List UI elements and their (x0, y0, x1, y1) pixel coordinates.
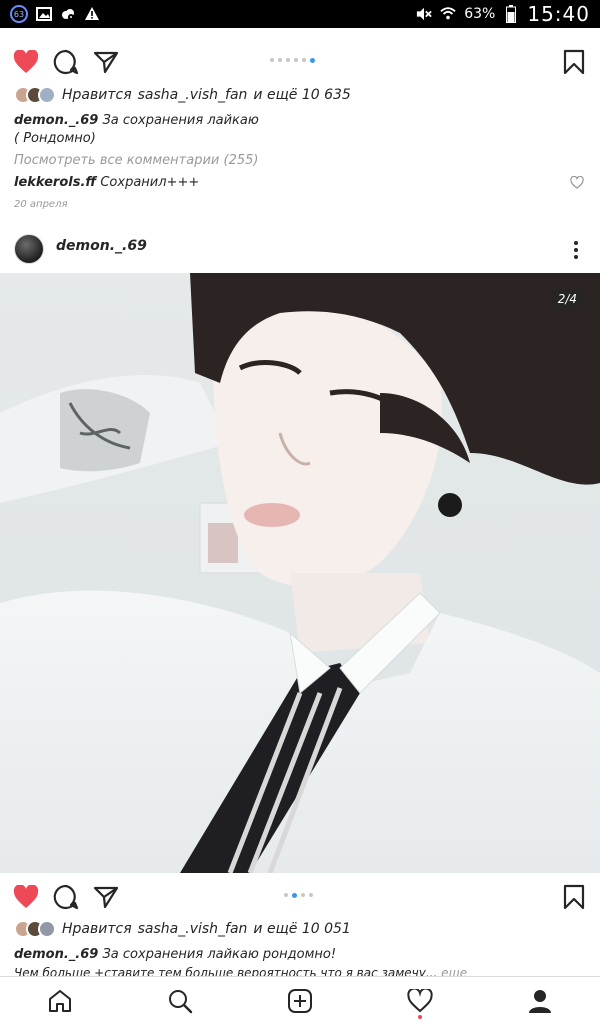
likes-summary-top[interactable]: Нравится sasha_.vish_fan и ещё 10 635 (14, 86, 351, 104)
battery-percent: 63% (464, 6, 496, 22)
comment-button[interactable] (52, 883, 80, 911)
nav-add[interactable] (280, 981, 320, 1021)
cloud-icon (60, 6, 76, 22)
caption-username[interactable]: demon._.69 (14, 947, 98, 962)
carousel-indicator (284, 893, 313, 898)
notification-dot (418, 1014, 422, 1019)
caption-continuation: Чем больше +ставите тем больше вероятнос… (14, 966, 438, 976)
caption-text: За сохранения лайкаю рондомно! (102, 947, 337, 962)
likes-summary[interactable]: Нравится sasha_.vish_fan и ещё 10 051 (14, 920, 351, 938)
activity-icon (407, 988, 433, 1012)
notification-badge: 63 (10, 5, 28, 23)
more-vertical-icon (574, 241, 578, 245)
caption-username[interactable]: demon._.69 (14, 113, 98, 128)
caption-text: За сохранения лайкаю (102, 113, 259, 128)
heart-filled-icon (13, 885, 39, 908)
status-bar: 63 63% 15:40 (0, 0, 600, 28)
bookmark-icon (563, 49, 585, 75)
nav-home[interactable] (40, 981, 80, 1021)
liker-avatars (14, 86, 56, 104)
likes-user[interactable]: sasha_.vish_fan (138, 87, 248, 103)
caption-line2: ( Рондомно) (14, 131, 96, 146)
caption-main: demon._.69 За сохранения лайкаю рондомно… (14, 946, 574, 964)
carousel-counter: 2/4 (548, 289, 586, 309)
post-actions-top (0, 46, 600, 80)
gallery-icon (36, 6, 52, 22)
more-link[interactable]: еще (441, 966, 467, 976)
photo-image (0, 273, 600, 873)
caption-top: demon._.69 За сохранения лайкаю ( Рондом… (14, 112, 574, 148)
comment-row: lekkerols.ff Сохранил+++ (14, 174, 574, 192)
carousel-dot (302, 58, 306, 62)
likes-prefix: Нравится (62, 87, 132, 103)
wifi-icon (440, 6, 456, 22)
share-button[interactable] (92, 883, 120, 911)
save-button[interactable] (560, 48, 588, 76)
comment-text: Сохранил+++ (100, 175, 200, 190)
comment-icon (53, 884, 79, 910)
add-icon (288, 988, 312, 1013)
more-options-button[interactable] (566, 236, 586, 264)
bottom-nav (0, 976, 600, 1024)
share-icon (93, 51, 119, 74)
caption-line2: Чем больше +ставите тем больше вероятнос… (14, 964, 574, 976)
nav-search[interactable] (160, 981, 200, 1021)
like-button[interactable] (12, 48, 40, 76)
likes-suffix: и ещё 10 051 (253, 921, 351, 937)
mute-icon (416, 6, 432, 22)
like-button[interactable] (12, 883, 40, 911)
heart-filled-icon (13, 50, 39, 73)
nav-activity[interactable] (400, 981, 440, 1021)
home-icon (49, 989, 71, 1012)
status-right: 63% 15:40 (416, 2, 590, 26)
comment-username[interactable]: lekkerols.ff (14, 175, 96, 190)
post-username[interactable]: demon._.69 (56, 238, 147, 254)
carousel-dot (278, 58, 282, 62)
nav-profile[interactable] (520, 981, 560, 1021)
previous-photo-strip (0, 28, 600, 38)
profile-icon (529, 989, 551, 1013)
search-icon (169, 989, 193, 1013)
share-icon (93, 886, 119, 909)
bookmark-icon (563, 884, 585, 910)
carousel-dot-active (310, 58, 315, 63)
avatar[interactable] (14, 234, 44, 264)
avatar (38, 920, 56, 938)
post-header: demon._.69 (0, 230, 600, 270)
battery-icon (503, 5, 519, 23)
comment-icon (53, 49, 79, 75)
likes-suffix: и ещё 10 635 (253, 87, 351, 103)
likes-prefix: Нравится (62, 921, 132, 937)
warning-icon (84, 6, 100, 22)
post-date: 20 апреля (14, 199, 68, 210)
carousel-dot-active (292, 893, 297, 898)
comment-button[interactable] (52, 48, 80, 76)
status-left: 63 (10, 5, 100, 23)
carousel-dot (309, 893, 313, 897)
clock: 15:40 (527, 2, 590, 26)
carousel-dot (294, 58, 298, 62)
comment-like-button[interactable] (570, 174, 584, 189)
heart-outline-icon (570, 175, 584, 189)
share-button[interactable] (92, 48, 120, 76)
carousel-dot (284, 893, 288, 897)
carousel-dot (301, 893, 305, 897)
post-photo[interactable]: 2/4 (0, 273, 600, 873)
carousel-dot (270, 58, 274, 62)
carousel-dot (286, 58, 290, 62)
avatar (38, 86, 56, 104)
save-button[interactable] (560, 883, 588, 911)
liker-avatars (14, 920, 56, 938)
likes-user[interactable]: sasha_.vish_fan (138, 921, 248, 937)
view-comments-link[interactable]: Посмотреть все комментарии (255) (14, 152, 574, 170)
carousel-indicator-top (270, 58, 315, 63)
